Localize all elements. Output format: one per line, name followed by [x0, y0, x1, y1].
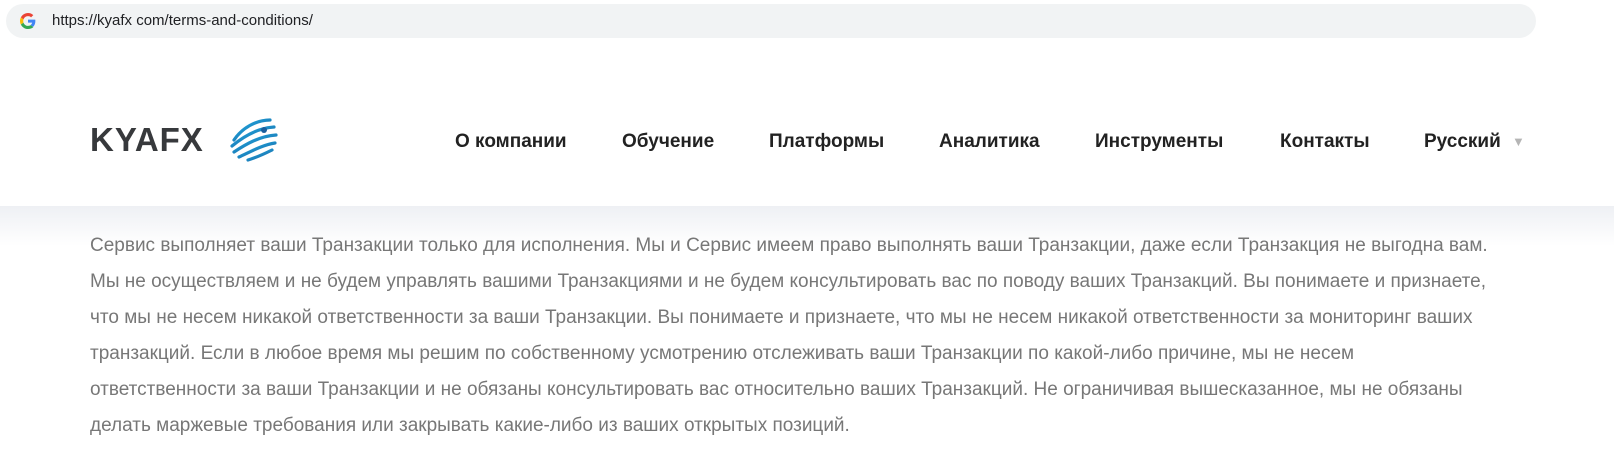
site-header: KYAFX О компании Обучение Платформы Анал…: [0, 82, 1614, 206]
nav-item-tools[interactable]: Инструменты: [1095, 130, 1223, 154]
paragraph-line: ответственности за ваши Транзакции и не …: [90, 379, 1463, 400]
main-nav: О компании Обучение Платформы Аналитика …: [0, 130, 1614, 154]
caret-down-icon[interactable]: ▼: [1512, 132, 1525, 152]
paragraph-line: что мы не несем никакой ответственности …: [90, 307, 1473, 328]
language-selector[interactable]: Русский: [1424, 130, 1501, 154]
address-bar[interactable]: https://kyafx com/terms-and-conditions/: [6, 4, 1536, 38]
nav-item-education[interactable]: Обучение: [622, 130, 714, 154]
url-text[interactable]: https://kyafx com/terms-and-conditions/: [52, 12, 313, 30]
terms-paragraph: Сервис выполняет ваши Транзакции только …: [90, 228, 1590, 444]
browser-toolbar: https://kyafx com/terms-and-conditions/: [0, 0, 1614, 83]
nav-item-about[interactable]: О компании: [455, 130, 567, 154]
nav-item-contacts[interactable]: Контакты: [1280, 130, 1370, 154]
nav-item-analytics[interactable]: Аналитика: [939, 130, 1040, 154]
nav-item-platforms[interactable]: Платформы: [769, 130, 884, 154]
paragraph-line: Мы не осуществляем и не будем управлять …: [90, 271, 1487, 292]
google-g-icon: [20, 13, 36, 29]
paragraph-line: транзакций. Если в любое время мы решим …: [90, 343, 1355, 364]
paragraph-line: делать маржевые требования или закрывать…: [90, 415, 850, 436]
paragraph-line: Сервис выполняет ваши Транзакции только …: [90, 235, 1488, 256]
